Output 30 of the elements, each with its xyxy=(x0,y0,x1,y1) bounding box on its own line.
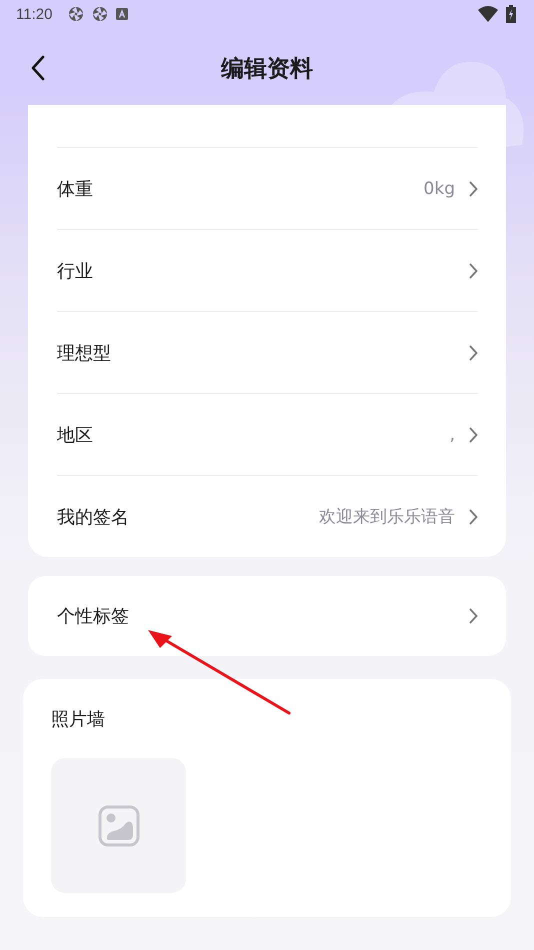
aperture-icon xyxy=(92,6,108,22)
profile-row[interactable]: 体重 0kg xyxy=(57,148,478,230)
page-title: 编辑资料 xyxy=(221,55,313,84)
aperture-icon xyxy=(68,6,84,22)
field-label: 我的签名 xyxy=(57,506,130,528)
wifi-icon xyxy=(478,6,498,22)
section-title: 照片墙 xyxy=(51,708,106,731)
field-value: 0kg xyxy=(424,178,455,198)
field-value: , xyxy=(450,424,455,444)
status-time: 11:20 xyxy=(16,6,52,22)
tags-row[interactable]: 个性标签 xyxy=(28,576,506,656)
chevron-icon xyxy=(469,608,478,624)
chevron-icon xyxy=(469,344,478,360)
keyboard-icon xyxy=(116,8,128,20)
field-label: 地区 xyxy=(57,424,94,446)
image-icon xyxy=(98,804,140,846)
profile-row[interactable]: 地区 , xyxy=(57,394,478,476)
chevron-icon xyxy=(469,426,478,442)
profile-row[interactable]: 我的签名 欢迎来到乐乐语音 xyxy=(57,476,478,557)
field-label: 体重 xyxy=(57,178,94,200)
field-label: 理想型 xyxy=(57,342,112,364)
field-label: 个性标签 xyxy=(57,605,130,628)
chevron-icon xyxy=(469,262,478,278)
profile-row[interactable]: 理想型 xyxy=(57,312,478,394)
profile-row[interactable]: 行业 xyxy=(57,230,478,312)
field-label: 行业 xyxy=(57,260,94,282)
chevron-icon xyxy=(469,508,478,524)
battery-icon xyxy=(506,5,516,23)
field-value: 欢迎来到乐乐语音 xyxy=(319,506,455,528)
chevron-icon xyxy=(469,180,478,196)
